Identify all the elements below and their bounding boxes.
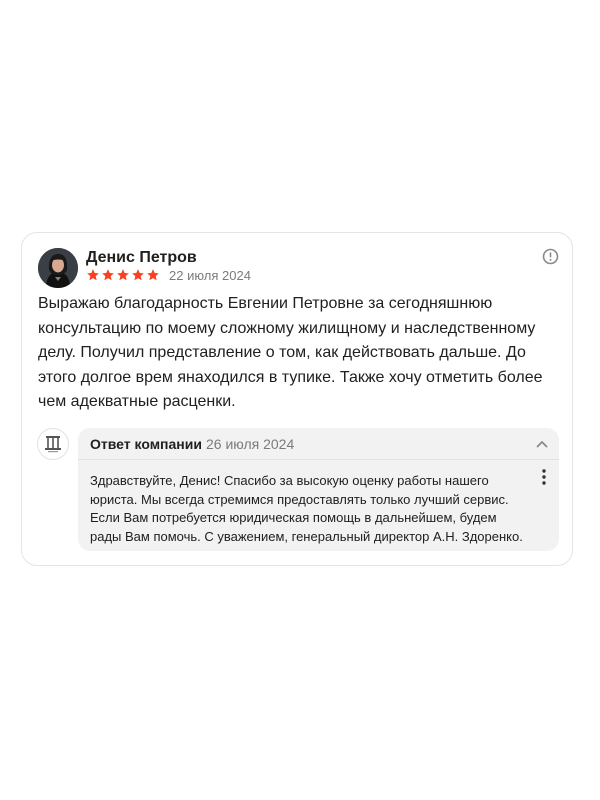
more-options-button[interactable]: [538, 468, 550, 486]
author-avatar[interactable]: [38, 248, 78, 288]
star-icon: [132, 269, 144, 281]
star-icon: [87, 269, 99, 281]
author-name[interactable]: Денис Петров: [86, 248, 197, 268]
info-icon: [542, 248, 559, 265]
star-icon: [102, 269, 114, 281]
company-reply-date: 26 июля 2024: [206, 436, 295, 452]
review-card: Денис Петров 22 июля 2024 Выражаю благод…: [21, 232, 573, 566]
info-button[interactable]: [542, 248, 559, 265]
review-date: 22 июля 2024: [169, 268, 251, 283]
company-reply-title: Ответ компании: [90, 436, 202, 452]
company-reply-text: Здравствуйте, Денис! Спасибо за высокую …: [90, 473, 523, 544]
company-reply: Ответ компании 26 июля 2024 Здравствуйте…: [78, 428, 559, 551]
company-logo: [37, 428, 69, 460]
more-vertical-icon: [542, 469, 546, 485]
star-icon: [117, 269, 129, 281]
rating-stars: [86, 268, 160, 284]
company-reply-header[interactable]: Ответ компании 26 июля 2024: [78, 428, 559, 460]
review-text: Выражаю благодарность Евгении Петровне з…: [38, 295, 543, 410]
chevron-up-icon[interactable]: [535, 437, 549, 451]
star-icon: [147, 269, 159, 281]
